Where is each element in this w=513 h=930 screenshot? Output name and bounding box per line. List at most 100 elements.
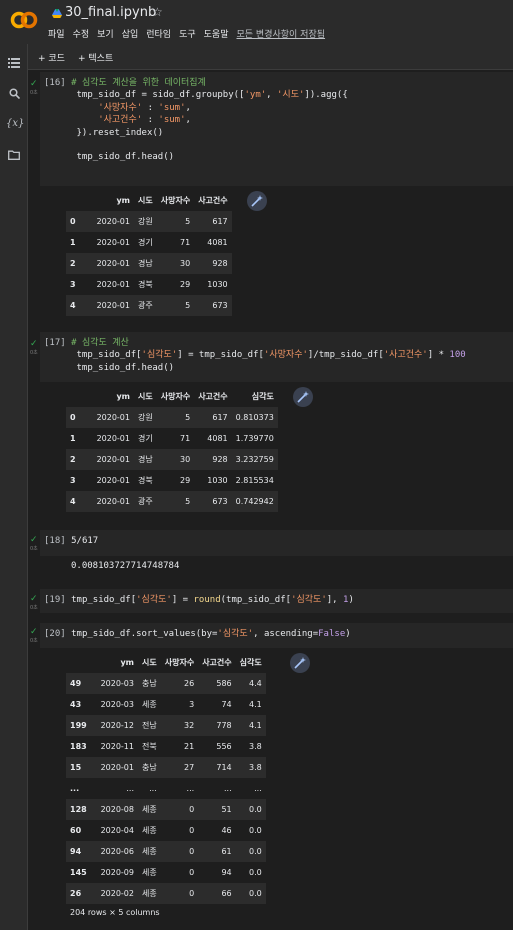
table-cell: 0 — [189, 847, 195, 856]
menu-tools[interactable]: 도구 — [179, 27, 196, 40]
run-status-icon: ✓ — [30, 339, 38, 349]
row-index: 145 — [70, 868, 87, 877]
exec-count: [16] — [44, 78, 66, 88]
table-row: 26 2020-02 세종 0 66 0.0 — [66, 883, 266, 904]
menu-help[interactable]: 도움말 — [204, 27, 229, 40]
table-cell: 617 — [212, 217, 228, 226]
table-cell: 617 — [212, 413, 228, 422]
table-cell: 673 — [212, 301, 228, 310]
menu-insert[interactable]: 삽입 — [122, 27, 139, 40]
code-cell-19[interactable]: [19] tmp_sido_df['심각도'] = round(tmp_sido… — [40, 589, 513, 613]
table-cell: 71 — [180, 434, 191, 443]
row-index: ... — [70, 784, 80, 793]
menu-file[interactable]: 파일 — [48, 27, 65, 40]
column-header: 사고건수 — [198, 196, 228, 205]
table-cell: 2020-01 — [96, 434, 130, 443]
notebook-title[interactable]: 30_final.ipynb — [65, 5, 156, 20]
code-line: '사망자수' : 'sum', — [98, 102, 191, 113]
table-cell: 2020-04 — [100, 826, 134, 835]
table-cell: 66 — [221, 889, 232, 898]
table-cell: 1030 — [207, 476, 228, 485]
table-cell: 4.1 — [249, 721, 262, 730]
table-cell: 3.232759 — [235, 455, 274, 464]
star-icon[interactable]: ☆ — [152, 5, 163, 19]
code-line: tmp_sido_df['심각도'] = round(tmp_sido_df['… — [71, 595, 354, 605]
output-cell-17: ym 시도 사망자수 사고건수 심각도 0 2020-01 강원 5 617 0.8103… — [40, 382, 513, 520]
code-cell-20[interactable]: [20] tmp_sido_df.sort_values(by='심각도', a… — [40, 623, 513, 648]
magic-wand-icon[interactable] — [290, 653, 310, 673]
folder-icon[interactable] — [6, 150, 22, 164]
code-cell-17[interactable]: [17] # 심각도 계산 tmp_sido_df['심각도'] = tmp_s… — [40, 332, 513, 382]
table-cell: 4.4 — [249, 679, 262, 688]
row-index: 2 — [70, 259, 76, 268]
drive-icon — [52, 9, 62, 18]
menu-view[interactable]: 보기 — [97, 27, 114, 40]
table-cell: 0.0 — [249, 889, 262, 898]
code-line: tmp_sido_df.head() — [44, 362, 175, 373]
table-cell: 0.0 — [249, 847, 262, 856]
table-cell: 714 — [216, 763, 232, 772]
table-cell: 2020-03 — [100, 679, 134, 688]
table-cell: 3.8 — [249, 742, 262, 751]
table-cell: 29 — [180, 476, 191, 485]
row-index: 1 — [70, 238, 76, 247]
code-cell-18[interactable]: [18] 5/617 — [40, 530, 513, 556]
table-cell: ... — [224, 784, 232, 793]
table-cell: 26 — [184, 679, 195, 688]
add-text-button[interactable]: + 텍스트 — [78, 51, 113, 64]
variables-icon[interactable]: {x} — [6, 118, 24, 132]
row-index: 128 — [70, 805, 87, 814]
menu-bar: 파일 수정 보기 삽입 런타임 도구 도움말 모든 변경사항이 저장됨 — [48, 27, 325, 40]
table-cell: 2020-11 — [100, 742, 134, 751]
table-row: 2 2020-01 경남 30 928 — [66, 253, 232, 274]
row-index: 49 — [70, 679, 82, 688]
table-cell: 0.0 — [249, 868, 262, 877]
table-cell: 556 — [216, 742, 232, 751]
table-cell: 71 — [180, 238, 191, 247]
table-cell: 928 — [212, 455, 228, 464]
table-cell: 2020-01 — [96, 497, 130, 506]
magic-wand-icon[interactable] — [247, 191, 267, 211]
table-cell: 0 — [189, 889, 195, 898]
table-cell: 세종 — [142, 847, 157, 856]
column-header: ym — [116, 196, 130, 205]
table-row: 4 2020-01 광주 5 673 — [66, 295, 232, 316]
code-cell-16[interactable]: [16] # 심각도 계산을 위한 데이터집계 tmp_sido_df = si… — [40, 72, 513, 186]
column-header: 시도 — [142, 658, 157, 667]
table-cell: 0.0 — [249, 826, 262, 835]
table-cell: 세종 — [142, 700, 157, 709]
table-cell: 0 — [189, 805, 195, 814]
output-cell-16: ym 시도 사망자수 사고건수 0 2020-01 강원 5 617 1 2020-01 경… — [40, 186, 513, 321]
menu-edit[interactable]: 수정 — [73, 27, 90, 40]
table-cell: 21 — [184, 742, 195, 751]
table-cell: 0.742942 — [235, 497, 274, 506]
magic-wand-icon[interactable] — [293, 387, 313, 407]
code-line: tmp_sido_df = sido_df.groupby(['ym', '시도… — [44, 90, 348, 101]
dataframe-table: ym 시도 사망자수 사고건수 0 2020-01 강원 5 617 1 2020-01 경… — [66, 190, 232, 316]
table-cell: ... — [126, 784, 134, 793]
table-cell: 29 — [180, 280, 191, 289]
table-cell: 경남 — [138, 455, 153, 464]
add-code-button[interactable]: + 코드 — [38, 51, 65, 64]
table-cell: 2020-03 — [100, 700, 134, 709]
saved-status-link[interactable]: 모든 변경사항이 저장됨 — [237, 27, 326, 40]
table-cell: 4.1 — [249, 700, 262, 709]
table-cell: 32 — [184, 721, 195, 730]
search-icon[interactable] — [6, 88, 22, 102]
exec-time: 0초 — [30, 605, 38, 611]
table-cell: 0.0 — [249, 805, 262, 814]
menu-runtime[interactable]: 런타임 — [146, 27, 171, 40]
column-header: ym — [116, 392, 130, 401]
table-cell: 4081 — [207, 434, 228, 443]
table-cell: 2.815534 — [235, 476, 274, 485]
table-cell: 2020-06 — [100, 847, 134, 856]
colab-logo-icon[interactable] — [10, 10, 38, 30]
table-row: 145 2020-09 세종 0 94 0.0 — [66, 862, 266, 883]
column-header: ym — [120, 658, 134, 667]
table-cell: 51 — [221, 805, 232, 814]
code-line: '사고건수' : 'sum', — [98, 115, 191, 126]
dataframe-table: ym 시도 사망자수 사고건수 심각도 49 2020-03 충남 26 586 4.4 … — [66, 652, 266, 904]
table-of-contents-icon[interactable] — [6, 58, 22, 72]
table-cell: 46 — [221, 826, 232, 835]
column-header: 심각도 — [239, 658, 262, 667]
